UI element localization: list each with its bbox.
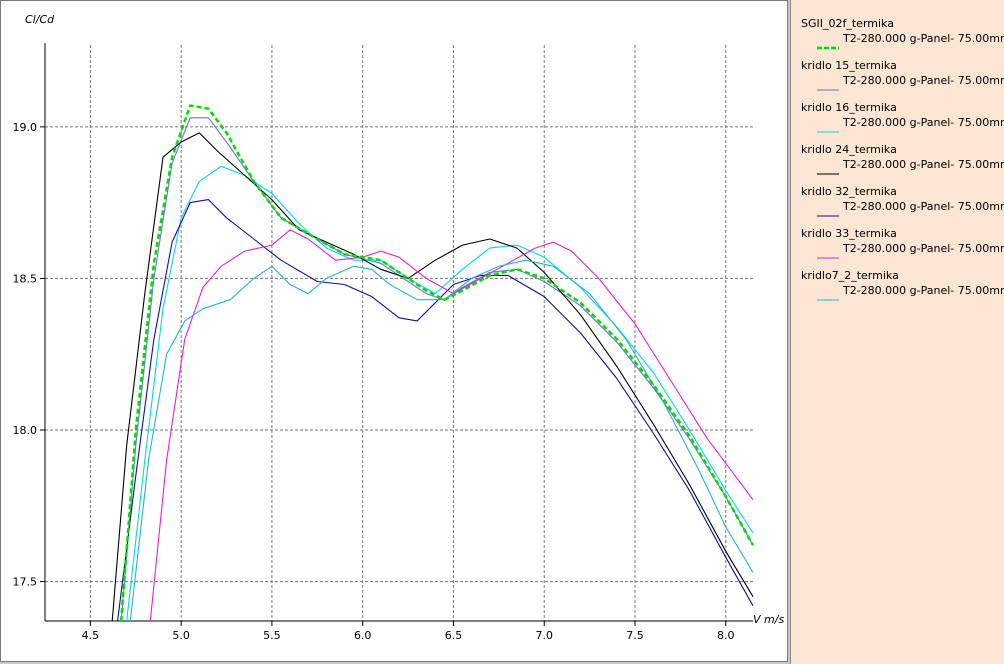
x-tick-label: 6.5 — [445, 629, 463, 642]
legend-series-name: kridlo 16_termika — [801, 101, 897, 114]
y-tick-label: 18.5 — [13, 272, 38, 285]
legend-series-name: kridlo 33_termika — [801, 227, 897, 240]
legend-swatch — [817, 204, 839, 217]
axes: 4.5 5.0 5.5 6.0 6.5 7.0 7.5 8.0 17.5 18.0 18.5 19.0 — [13, 43, 753, 642]
legend-series-detail: T2-280.000 g-Panel- 75.00mm — [843, 242, 1004, 255]
x-tick-label: 6.0 — [354, 629, 372, 642]
chart-panel: 4.5 5.0 5.5 6.0 6.5 7.0 7.5 8.0 17.5 18.0 18.5 19.0… — [0, 0, 788, 662]
series-lines — [111, 104, 755, 622]
x-tick-label: 5.5 — [263, 629, 281, 642]
legend-entry: kridlo7_2_termika T2-280.000 g-Panel- 75.… — [801, 269, 1004, 305]
legend-series-detail: T2-280.000 g-Panel- 75.00mm — [843, 284, 1004, 297]
legend-swatch — [817, 288, 839, 301]
series-line-7 — [129, 259, 754, 622]
x-tick-label: 7.5 — [626, 629, 644, 642]
y-tick-label: 17.5 — [13, 576, 38, 589]
legend-series-name: kridlo 15_termika — [801, 59, 897, 72]
y-axis-label: Cl/Cd — [25, 13, 55, 26]
legend-series-name: SGII_02f_termika — [801, 17, 894, 30]
x-axis-label: V m/s — [753, 613, 784, 626]
legend-swatch — [817, 120, 839, 133]
legend-series-name: kridlo 32_termika — [801, 185, 897, 198]
legend-entry: kridlo 15_termika T2-280.000 g-Panel- 75.… — [801, 59, 1004, 95]
series-line-5 — [117, 199, 754, 622]
legend-swatch — [817, 246, 839, 259]
legend-entry: kridlo 24_termika T2-280.000 g-Panel- 75.… — [801, 143, 1004, 179]
legend-swatch — [817, 36, 839, 50]
legend-swatch — [817, 162, 839, 175]
legend-entry: SGII_02f_termika T2-280.000 g-Panel- 75.0… — [801, 17, 1004, 53]
y-tick-label: 18.0 — [13, 424, 38, 437]
legend-entry: kridlo 32_termika T2-280.000 g-Panel- 75.… — [801, 185, 1004, 221]
x-tick-label: 4.5 — [82, 629, 100, 642]
legend-series-detail: T2-280.000 g-Panel- 75.00mm — [843, 200, 1004, 213]
legend-series-detail: T2-280.000 g-Panel- 75.00mm — [843, 158, 1004, 171]
x-tick-label: 7.0 — [535, 629, 553, 642]
series-line-6 — [149, 229, 754, 622]
x-tick-label: 8.0 — [717, 629, 735, 642]
grid — [45, 45, 753, 621]
legend-series-name: kridlo 24_termika — [801, 143, 897, 156]
series-line-1 — [119, 104, 755, 622]
series-line-4 — [111, 132, 754, 622]
legend: SGII_02f_termika T2-280.000 g-Panel- 75.0… — [790, 0, 1004, 664]
legend-entry: kridlo 16_termika T2-280.000 g-Panel- 75.… — [801, 101, 1004, 137]
legend-swatch — [817, 78, 839, 91]
legend-series-detail: T2-280.000 g-Panel- 75.00mm — [843, 32, 1004, 45]
y-tick-label: 19.0 — [13, 121, 38, 134]
legend-entry: kridlo 33_termika T2-280.000 g-Panel- 75.… — [801, 227, 1004, 263]
plot-area: 4.5 5.0 5.5 6.0 6.5 7.0 7.5 8.0 17.5 18.0 18.5 19.0… — [13, 13, 785, 642]
x-tick-label: 5.0 — [172, 629, 190, 642]
legend-series-detail: T2-280.000 g-Panel- 75.00mm — [843, 74, 1004, 87]
series-line-2 — [120, 117, 754, 622]
legend-series-name: kridlo7_2_termika — [801, 269, 899, 282]
legend-series-detail: T2-280.000 g-Panel- 75.00mm — [843, 116, 1004, 129]
